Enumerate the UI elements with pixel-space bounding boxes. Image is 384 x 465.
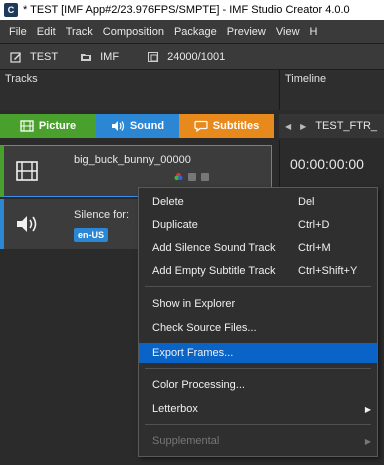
speech-bubble-icon — [194, 120, 208, 132]
film-icon — [20, 120, 34, 132]
menu-item-label: Check Source Files... — [152, 322, 257, 334]
track-video-controls — [174, 172, 209, 181]
menu-item-label: Show in Explorer — [152, 298, 236, 310]
toolbar: TEST IMF 24000/1001 — [0, 43, 384, 70]
edit-icon — [10, 51, 21, 63]
timecode: 00:00:00:00 — [290, 156, 364, 172]
menu-bar: File Edit Track Composition Package Prev… — [0, 20, 384, 43]
timeline-panel-header: Timeline — [279, 70, 384, 110]
submenu-arrow-icon: ▶ — [364, 436, 371, 446]
track-audio-name: Silence for: — [74, 209, 130, 221]
window-title: * TEST [IMF App#2/23.976FPS/SMPTE] - IMF… — [23, 4, 350, 16]
language-badge: en-US — [74, 228, 109, 242]
menu-item-shortcut: Ctrl+M — [298, 242, 331, 254]
lock-icon[interactable] — [201, 172, 209, 181]
project-name: TEST — [30, 50, 59, 63]
menu-item-show-in-explorer[interactable]: Show in Explorer — [139, 294, 377, 314]
menu-item-label: Supplemental — [152, 435, 220, 447]
nav-prev-icon[interactable]: ◀ — [285, 122, 291, 131]
framerate-icon — [148, 51, 159, 62]
menu-item-label: Export Frames... — [152, 347, 234, 359]
menu-separator — [145, 368, 371, 369]
timeline-nav: ◀ ▶ TEST_FTR_ — [279, 114, 384, 138]
tab-subtitles-label: Subtitles — [212, 120, 260, 132]
menu-item-shortcut: Del — [298, 196, 315, 208]
menu-item-shortcut: Ctrl+D — [298, 219, 330, 231]
framerate-button[interactable]: 24000/1001 — [119, 51, 225, 63]
display-icon[interactable] — [188, 172, 196, 181]
menu-item-label: Color Processing... — [152, 379, 245, 391]
menu-item-label: Add Silence Sound Track — [152, 242, 276, 254]
menu-preview[interactable]: Preview — [222, 26, 271, 38]
context-menu: Delete Del Duplicate Ctrl+D Add Silence … — [138, 187, 378, 457]
menu-separator — [145, 424, 371, 425]
tracks-title: Tracks — [5, 73, 38, 85]
menu-item-label: Add Empty Subtitle Track — [152, 265, 276, 277]
framerate: 24000/1001 — [167, 50, 226, 63]
tracks-panel-header: Tracks — [0, 70, 278, 110]
menu-item-color-processing[interactable]: Color Processing... — [139, 375, 377, 395]
menu-item-delete[interactable]: Delete Del — [139, 192, 377, 212]
speaker-icon — [111, 121, 124, 131]
speaker-icon — [17, 216, 37, 232]
tab-picture[interactable]: Picture — [0, 114, 96, 138]
submenu-arrow-icon: ▶ — [364, 404, 371, 414]
menu-item-export-frames[interactable]: Export Frames... — [139, 343, 377, 363]
menu-item-add-empty-subtitle-track[interactable]: Add Empty Subtitle Track Ctrl+Shift+Y — [139, 261, 377, 281]
menu-view[interactable]: View — [271, 26, 305, 38]
menu-help[interactable]: H — [305, 26, 323, 38]
timecode-area: 00:00:00:00 — [279, 140, 384, 190]
menu-item-label: Letterbox — [152, 403, 198, 415]
menu-item-label: Duplicate — [152, 219, 198, 231]
project-name-button[interactable]: TEST — [0, 51, 58, 63]
menu-separator — [145, 286, 371, 287]
menu-item-label: Delete — [152, 196, 184, 208]
track-type-tabs: Picture Sound Subtitles — [0, 114, 278, 138]
film-icon — [16, 161, 38, 181]
package-type: IMF — [100, 50, 120, 63]
menu-item-letterbox[interactable]: Letterbox ▶ — [139, 399, 377, 419]
menu-item-check-source-files[interactable]: Check Source Files... — [139, 318, 377, 338]
tab-subtitles[interactable]: Subtitles — [179, 114, 274, 138]
tab-picture-label: Picture — [38, 120, 77, 132]
timeline-title: Timeline — [285, 73, 327, 85]
color-wheel-icon[interactable] — [174, 172, 183, 181]
menu-track[interactable]: Track — [61, 26, 98, 38]
menu-file[interactable]: File — [4, 26, 32, 38]
app-icon: C — [4, 3, 18, 17]
menu-item-add-silence-sound-track[interactable]: Add Silence Sound Track Ctrl+M — [139, 238, 377, 258]
nav-next-icon[interactable]: ▶ — [300, 122, 306, 131]
track-video-name: big_buck_bunny_00000 — [74, 154, 191, 166]
menu-composition[interactable]: Composition — [98, 26, 169, 38]
menu-edit[interactable]: Edit — [32, 26, 61, 38]
composition-name: TEST_FTR_ — [315, 120, 378, 132]
folder-icon — [81, 53, 92, 61]
tab-sound[interactable]: Sound — [96, 114, 179, 138]
menu-item-supplemental: Supplemental ▶ — [139, 431, 377, 451]
menu-item-duplicate[interactable]: Duplicate Ctrl+D — [139, 215, 377, 235]
tab-sound-label: Sound — [129, 120, 165, 132]
title-bar: C * TEST [IMF App#2/23.976FPS/SMPTE] - I… — [0, 0, 384, 20]
menu-package[interactable]: Package — [169, 26, 222, 38]
menu-item-shortcut: Ctrl+Shift+Y — [298, 265, 358, 277]
package-type-button[interactable]: IMF — [58, 51, 119, 63]
